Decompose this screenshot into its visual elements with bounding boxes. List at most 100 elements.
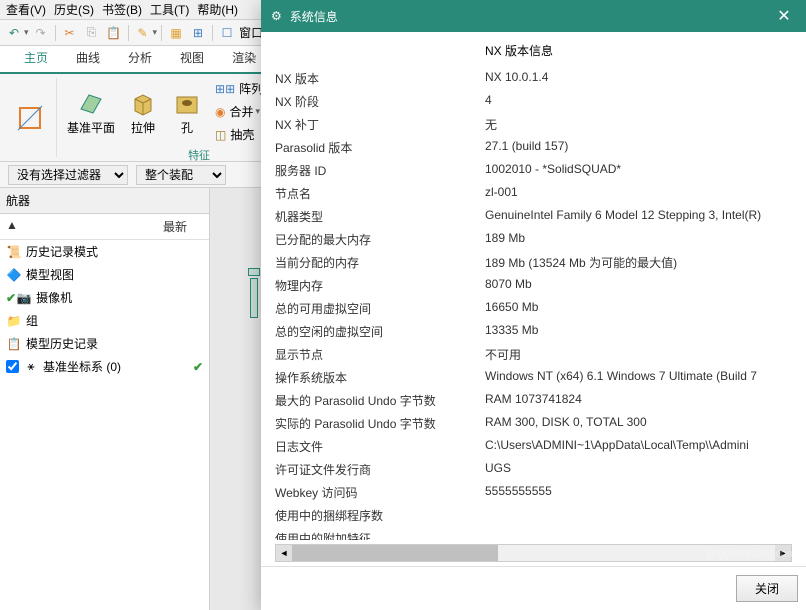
close-button[interactable]: 关闭 <box>736 575 798 602</box>
info-row: 总的可用虚拟空间16650 Mb <box>275 297 792 320</box>
info-value: RAM 1073741824 <box>485 392 792 409</box>
datum-plane-icon <box>75 87 107 119</box>
scroll-left-arrow[interactable]: ◄ <box>276 545 292 561</box>
info-label: 机器类型 <box>275 208 485 225</box>
tab-view[interactable]: 视图 <box>166 43 218 72</box>
menu-help[interactable]: 帮助(H) <box>193 0 242 20</box>
pattern-icon: ⊞⊞ <box>215 82 235 96</box>
info-row: 显示节点不可用 <box>275 343 792 366</box>
window-icon[interactable]: ☐ <box>217 23 237 43</box>
navigator-title: 航器 <box>0 188 209 214</box>
extrude-icon <box>127 87 159 119</box>
menu-tools[interactable]: 工具(T) <box>146 0 193 20</box>
menu-history[interactable]: 历史(S) <box>50 0 98 20</box>
group-icon: 📁 <box>6 313 22 329</box>
info-row: 已分配的最大内存189 Mb <box>275 228 792 251</box>
canvas-geometry <box>250 278 258 318</box>
dialog-footer: 关闭 <box>261 566 806 610</box>
dialog-title-text: 系统信息 <box>290 8 338 25</box>
navigator-header: ▲ 最新 <box>0 214 209 240</box>
menu-view[interactable]: 查看(V) <box>2 0 50 20</box>
sketch-icon <box>14 102 46 134</box>
dialog-titlebar[interactable]: ⚙ 系统信息 ✕ <box>261 0 806 32</box>
info-table: NX 版本NX 10.0.1.4NX 阶段4NX 补丁无Parasolid 版本… <box>275 67 792 540</box>
info-row: NX 补丁无 <box>275 113 792 136</box>
navigator-col-sort[interactable]: ▲ <box>6 218 163 235</box>
redo-button[interactable]: ↷ <box>31 23 51 43</box>
info-label: 总的空闲的虚拟空间 <box>275 323 485 340</box>
info-label: NX 版本 <box>275 70 485 87</box>
info-row: NX 阶段4 <box>275 90 792 113</box>
history-icon: 📋 <box>6 336 22 352</box>
nav-item-model-view[interactable]: 🔷 模型视图 <box>0 263 209 286</box>
csys-checkbox[interactable] <box>6 360 19 373</box>
nav-item-model-history[interactable]: 📋 模型历史记录 <box>0 332 209 355</box>
info-value: Windows NT (x64) 6.1 Windows 7 Ultimate … <box>485 369 792 386</box>
info-row: 当前分配的内存189 Mb (13524 Mb 为可能的最大值) <box>275 251 792 274</box>
undo-button[interactable]: ↶ <box>4 23 24 43</box>
horizontal-scrollbar[interactable]: ◄ ► <box>275 544 792 562</box>
info-label: 已分配的最大内存 <box>275 231 485 248</box>
tab-curve[interactable]: 曲线 <box>62 43 114 72</box>
info-row: 机器类型GenuineIntel Family 6 Model 12 Stepp… <box>275 205 792 228</box>
history-icon: 📜 <box>6 244 22 260</box>
info-label: NX 阶段 <box>275 93 485 110</box>
nav-item-group[interactable]: 📁 组 <box>0 309 209 332</box>
info-label: 实际的 Parasolid Undo 字节数 <box>275 415 485 432</box>
window-label[interactable]: 窗口 <box>239 24 263 41</box>
more-button[interactable]: ⊞ <box>188 23 208 43</box>
info-row: 实际的 Parasolid Undo 字节数RAM 300, DISK 0, T… <box>275 412 792 435</box>
info-value: UGS <box>485 461 792 478</box>
filter-select[interactable]: 没有选择过滤器 <box>8 165 128 185</box>
tab-home[interactable]: 主页 <box>10 43 62 74</box>
nav-item-datum-csys[interactable]: ⚹ 基准坐标系 (0) ✔ <box>0 355 209 378</box>
hole-label: 孔 <box>181 119 193 136</box>
paste-button[interactable]: 📋 <box>104 23 124 43</box>
info-value: 5555555555 <box>485 484 792 501</box>
sketch-button[interactable] <box>10 100 50 136</box>
info-label: 显示节点 <box>275 346 485 363</box>
scroll-right-arrow[interactable]: ► <box>775 545 791 561</box>
info-label: NX 补丁 <box>275 116 485 133</box>
shell-icon: ◫ <box>215 128 226 142</box>
info-value: 1002010 - *SolidSQUAD* <box>485 162 792 179</box>
combine-icon: ◉ <box>215 105 225 119</box>
info-row: 节点名zl-001 <box>275 182 792 205</box>
info-label: 物理内存 <box>275 277 485 294</box>
info-row: NX 版本NX 10.0.1.4 <box>275 67 792 90</box>
extrude-button[interactable]: 拉伸 <box>123 85 163 138</box>
extrude-label: 拉伸 <box>131 119 155 136</box>
brush-button[interactable]: ✎ <box>133 23 153 43</box>
info-value: 16650 Mb <box>485 300 792 317</box>
datum-plane-label: 基准平面 <box>67 119 115 136</box>
info-value: RAM 300, DISK 0, TOTAL 300 <box>485 415 792 432</box>
csys-icon: ⚹ <box>23 359 39 375</box>
scroll-thumb[interactable] <box>292 545 498 561</box>
navigator-col-latest[interactable]: 最新 <box>163 218 203 235</box>
info-row: 物理内存8070 Mb <box>275 274 792 297</box>
feature-group-label: 特征 <box>188 145 210 165</box>
hole-button[interactable]: 孔 <box>167 85 207 138</box>
info-label: 节点名 <box>275 185 485 202</box>
close-icon[interactable]: ✕ <box>772 4 796 28</box>
nav-item-camera[interactable]: ✔ 📷 摄像机 <box>0 286 209 309</box>
datum-plane-button[interactable]: 基准平面 <box>63 85 119 138</box>
check-icon: ✔ <box>193 360 203 374</box>
layer-button[interactable]: ▦ <box>166 23 186 43</box>
info-value: 13335 Mb <box>485 323 792 340</box>
menu-bookmark[interactable]: 书签(B) <box>98 0 146 20</box>
info-row: Parasolid 版本27.1 (build 157) <box>275 136 792 159</box>
nav-item-history-mode[interactable]: 📜 历史记录模式 <box>0 240 209 263</box>
info-row: 操作系统版本Windows NT (x64) 6.1 Windows 7 Ult… <box>275 366 792 389</box>
info-label: 操作系统版本 <box>275 369 485 386</box>
info-label: 使用中的捆绑程序数 <box>275 507 485 524</box>
assembly-select[interactable]: 整个装配 <box>136 165 226 185</box>
info-label: 使用中的附加特征 <box>275 530 485 540</box>
copy-button[interactable]: ⎘ <box>82 23 102 43</box>
info-value <box>485 507 792 524</box>
info-label: 许可证文件发行商 <box>275 461 485 478</box>
cut-button[interactable]: ✂ <box>60 23 80 43</box>
tab-analyze[interactable]: 分析 <box>114 43 166 72</box>
nav-label: 模型历史记录 <box>26 335 98 352</box>
info-row: 使用中的附加特征 <box>275 527 792 540</box>
